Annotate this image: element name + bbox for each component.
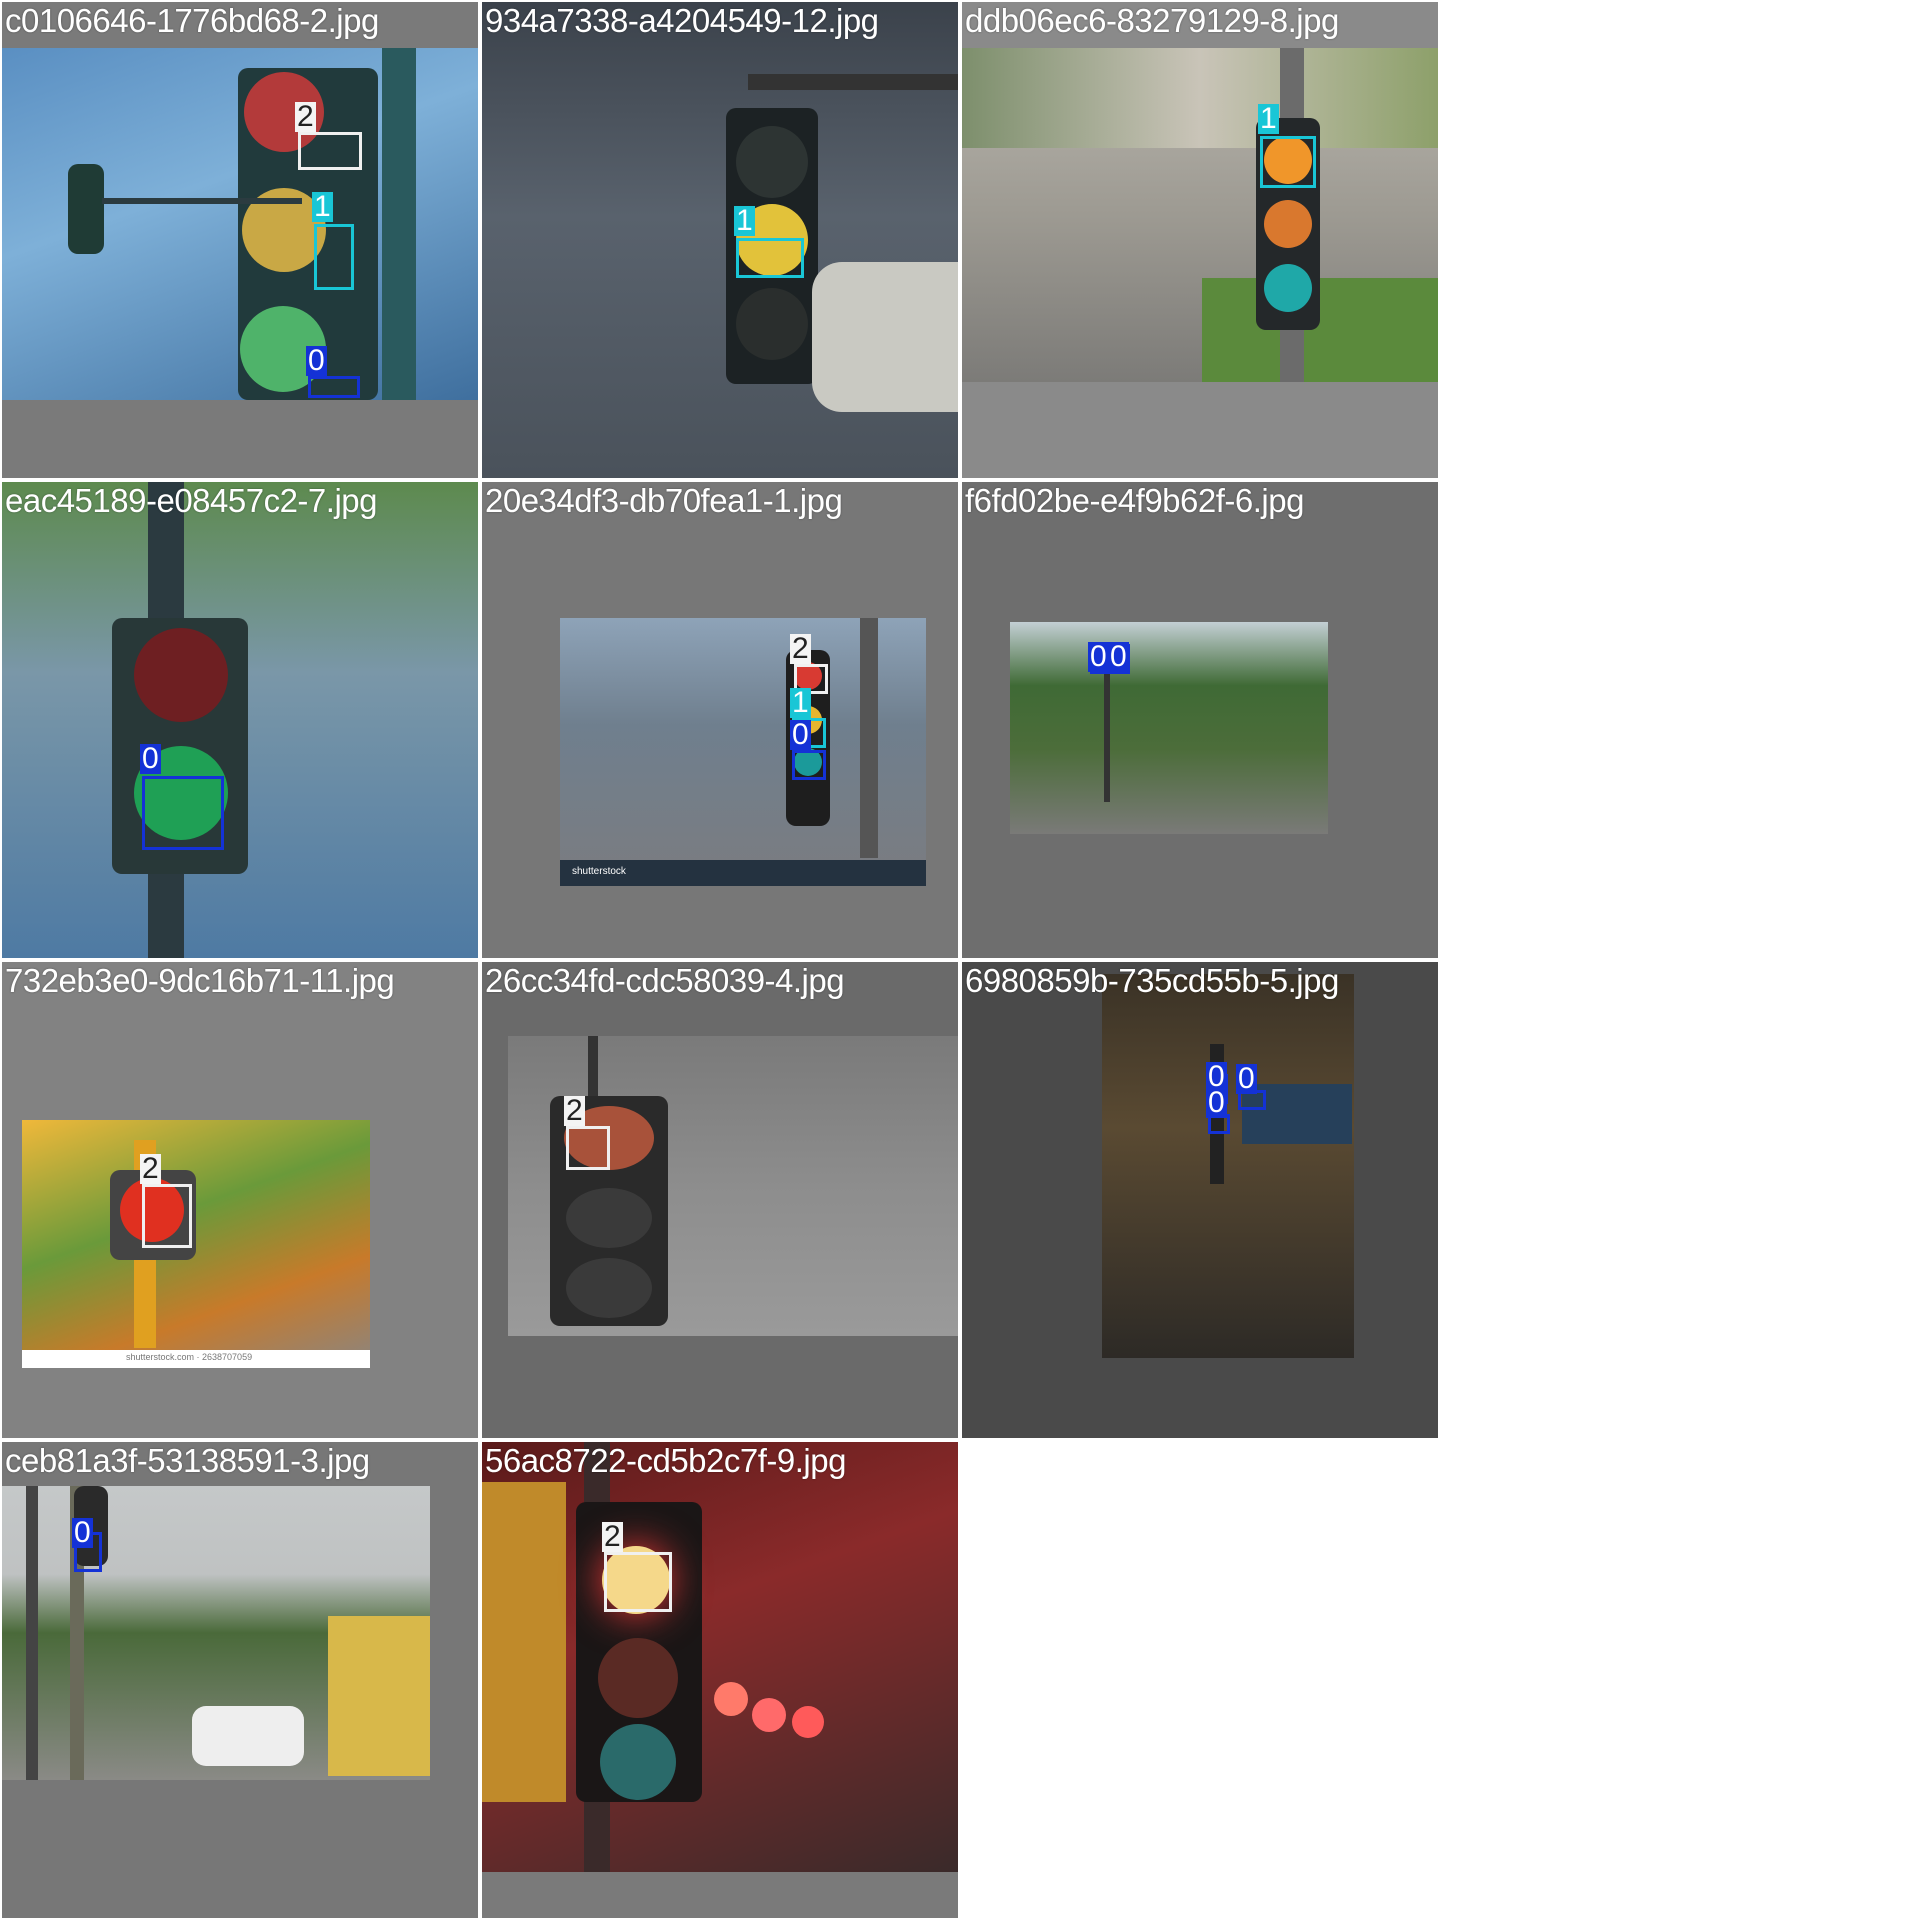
detection-label: 0 [306, 344, 327, 377]
tile-photo [508, 1036, 958, 1336]
detection-label: 1 [734, 204, 755, 237]
detection-label: 2 [790, 632, 811, 665]
tile-photo: shutterstock.com · 2638707059 [22, 1120, 370, 1368]
tile-photo [2, 48, 478, 400]
detection-box [308, 376, 360, 398]
tile-filename: 20e34df3-db70fea1-1.jpg [485, 482, 843, 519]
grid-tile: 1 ddb06ec6-83279129-8.jpg [962, 2, 1438, 478]
tile-photo [2, 1486, 430, 1780]
tile-filename: f6fd02be-e4f9b62f-6.jpg [965, 482, 1304, 519]
detection-label: 0 [1088, 640, 1109, 673]
detection-box [142, 776, 224, 850]
tile-filename: ceb81a3f-53138591-3.jpg [5, 1442, 370, 1479]
detection-box [142, 1184, 192, 1248]
detection-box [298, 132, 362, 170]
grid-tile: 0 0 f6fd02be-e4f9b62f-6.jpg [962, 482, 1438, 958]
grid-tile: shutterstock.com · 2638707059 2 732eb3e0… [2, 962, 478, 1438]
grid-tile: 2 1 0 c0106646-1776bd68-2.jpg [2, 2, 478, 478]
tile-photo [1102, 974, 1354, 1358]
watermark-text: shutterstock [572, 866, 626, 877]
tile-filename: ddb06ec6-83279129-8.jpg [965, 2, 1339, 39]
tile-filename: c0106646-1776bd68-2.jpg [5, 2, 379, 39]
tile-photo [962, 48, 1438, 382]
grid-tile: 1 934a7338-a4204549-12.jpg [482, 2, 958, 478]
detection-box [1260, 136, 1316, 188]
tile-filename: 56ac8722-cd5b2c7f-9.jpg [485, 1442, 846, 1479]
detection-label: 1 [790, 686, 811, 719]
detection-label: 0 [1236, 1062, 1257, 1095]
detection-label: 2 [602, 1520, 623, 1553]
tile-photo [482, 2, 958, 478]
watermark-text: shutterstock.com · 2638707059 [126, 1352, 253, 1362]
tile-photo [2, 482, 478, 958]
detection-label: 0 [790, 718, 811, 751]
grid-tile: 2 56ac8722-cd5b2c7f-9.jpg [482, 1442, 958, 1918]
tile-photo [1010, 622, 1328, 834]
tile-filename: 6980859b-735cd55b-5.jpg [965, 962, 1339, 999]
grid-tile: 0 0 0 6980859b-735cd55b-5.jpg [962, 962, 1438, 1438]
tile-filename: 732eb3e0-9dc16b71-11.jpg [5, 962, 395, 999]
detection-label: 0 [72, 1516, 93, 1549]
grid-tile: 2 26cc34fd-cdc58039-4.jpg [482, 962, 958, 1438]
detection-label: 1 [312, 190, 333, 223]
detection-label: 2 [140, 1152, 161, 1185]
detection-box [736, 238, 804, 278]
detection-label: 0 [1108, 640, 1129, 673]
detection-box [566, 1126, 610, 1170]
detection-label: 1 [1258, 102, 1279, 135]
detection-box [604, 1552, 672, 1612]
tile-filename: eac45189-e08457c2-7.jpg [5, 482, 377, 519]
tile-photo: shutterstock [560, 618, 926, 886]
tile-filename: 26cc34fd-cdc58039-4.jpg [485, 962, 845, 999]
detection-box [792, 750, 826, 780]
tile-photo [482, 1442, 958, 1872]
grid-tile: 0 eac45189-e08457c2-7.jpg [2, 482, 478, 958]
detection-label: 2 [564, 1094, 585, 1127]
detection-label: 0 [140, 742, 161, 775]
grid-tile: shutterstock 2 1 0 20e34df3-db70fea1-1.j… [482, 482, 958, 958]
grid-tile: 0 ceb81a3f-53138591-3.jpg [2, 1442, 478, 1918]
tile-filename: 934a7338-a4204549-12.jpg [485, 2, 879, 39]
detection-label: 2 [295, 100, 316, 133]
detection-label: 0 [1206, 1086, 1227, 1119]
detection-box [314, 224, 354, 290]
